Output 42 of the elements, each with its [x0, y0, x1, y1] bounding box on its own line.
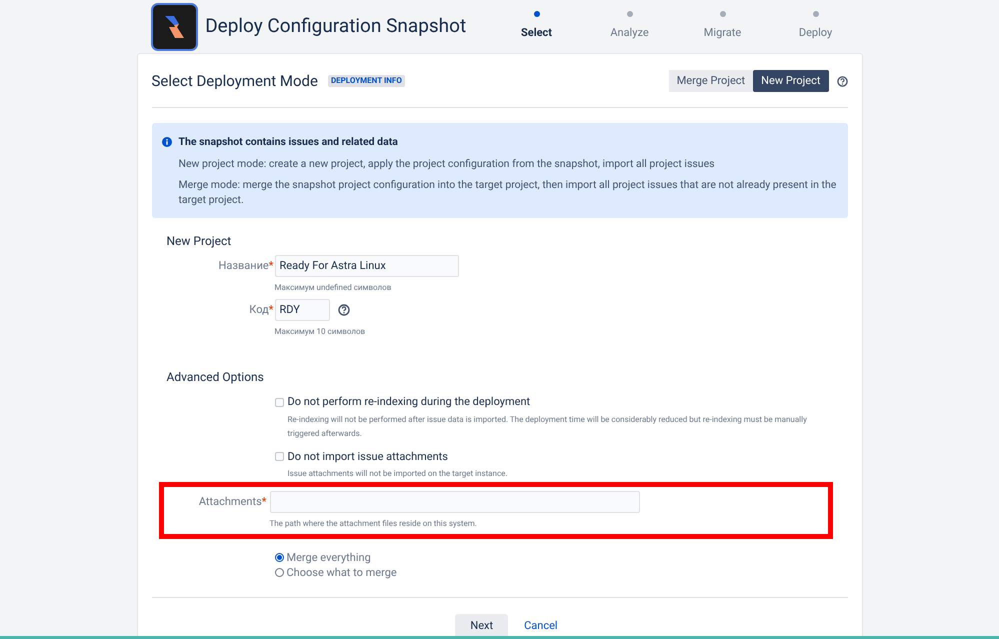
field-label: Название — [218, 258, 269, 272]
app-logo-icon — [151, 2, 198, 51]
checkbox-label: Do not perform re-indexing during the deployment — [288, 394, 530, 410]
wizard-step[interactable]: Deploy — [769, 11, 862, 42]
required-mark: * — [262, 494, 266, 508]
path-field[interactable] — [270, 491, 640, 513]
radio-option[interactable]: Merge everything — [274, 550, 832, 565]
field-hint: The path where the attachment files reside on this system. — [270, 518, 478, 530]
text-field[interactable]: Ready For Astra Linux — [274, 255, 458, 277]
required-mark: * — [268, 302, 274, 316]
wizard-step[interactable]: Analyze — [583, 11, 676, 42]
radio-button[interactable] — [274, 553, 284, 562]
checkbox[interactable] — [274, 398, 284, 407]
radio-button[interactable] — [274, 568, 284, 577]
section-title: Advanced Options — [166, 369, 265, 386]
checkbox-label: Do not import issue attachments — [288, 448, 448, 464]
mode-toggle[interactable]: Merge Project — [668, 70, 754, 92]
cancel-link[interactable]: Cancel — [518, 614, 564, 638]
help-icon[interactable] — [338, 304, 350, 316]
field-hint: Максимум undefined символов — [274, 282, 392, 294]
next-button[interactable]: Next — [455, 614, 508, 638]
field-hint: Максимум 10 символов — [274, 326, 366, 338]
info-text: New project mode: create a new project, apply the project configuration from the snapshot, import all project issues — [178, 156, 716, 171]
wizard-step[interactable]: Select — [490, 11, 583, 42]
field-label: Код — [249, 302, 269, 316]
card-title: Select Deployment Mode — [152, 71, 318, 92]
option-description: Re-indexing will not be performed after issue data is imported. The deployment time will be considerably reduced but re-indexing must be manually triggered afterwards. — [288, 414, 808, 440]
info-title: The snapshot contains issues and related data — [178, 134, 398, 150]
radio-option[interactable]: Choose what to merge — [274, 565, 832, 580]
info-icon — [162, 137, 172, 148]
mode-toggle[interactable]: New Project — [753, 70, 828, 92]
help-icon[interactable] — [836, 76, 848, 87]
checkbox[interactable] — [274, 452, 284, 462]
text-field[interactable]: RDY — [274, 299, 330, 321]
section-title: New Project — [166, 233, 232, 250]
wizard-step[interactable]: Migrate — [676, 11, 769, 42]
option-description: Issue attachments will not be imported on the target instance. — [288, 468, 508, 480]
info-badge: DEPLOYMENT INFO — [328, 75, 405, 88]
required-mark: * — [268, 258, 274, 272]
info-text: Merge mode: merge the snapshot project configuration into the target project, then import all project issues that are not already present in the target project. — [178, 177, 838, 207]
page-title: Deploy Configuration Snapshot — [205, 13, 468, 40]
field-label: Attachments — [198, 494, 262, 508]
